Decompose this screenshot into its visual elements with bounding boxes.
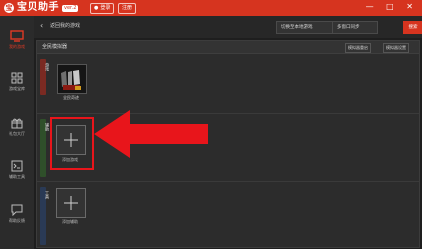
row-tag-games: 游戏 xyxy=(40,59,50,95)
game-name: 全民奇迹 xyxy=(63,95,79,100)
user-icon: ● xyxy=(94,5,99,11)
row-tag-tools: 工具 xyxy=(40,187,50,245)
terminal-icon xyxy=(11,160,23,172)
login-label: 登录 xyxy=(100,5,111,11)
panel-title: 全民模拟器 xyxy=(42,44,68,50)
row-tag-label: 游戏 xyxy=(45,63,50,71)
window-controls[interactable]: — □ ✕ xyxy=(366,2,418,11)
gift-icon xyxy=(11,118,23,129)
row-tag-label: 工具 xyxy=(45,191,50,199)
multi-window-sync-button[interactable]: 多窗口同步 xyxy=(332,21,378,34)
login-button[interactable]: ● 登录 xyxy=(90,3,115,14)
breadcrumb[interactable]: 返回我的游戏 xyxy=(50,23,80,30)
sidebar-item-label: 游戏宝库 xyxy=(9,86,25,91)
version-badge: ver.2 xyxy=(62,5,79,12)
monitor-icon xyxy=(10,30,24,42)
sidebar: 我的游戏 游戏宝库 礼包大厅 辅助工具 帮助反馈 xyxy=(0,16,34,249)
content-header: ‹ 返回我的游戏 切换至本地游戏 多窗口同步 搜索 xyxy=(34,16,422,38)
sidebar-item-label: 辅助工具 xyxy=(9,174,25,179)
add-assist-button[interactable] xyxy=(56,188,86,218)
chat-icon xyxy=(11,204,23,216)
title-bar: 宝 宝贝助手 ver.2 ● 登录 注册 — □ ✕ xyxy=(0,0,422,16)
game-icon[interactable] xyxy=(57,64,87,94)
switch-local-games-button[interactable]: 切换至本地游戏 xyxy=(276,21,338,34)
sidebar-item-game-library[interactable]: 游戏宝库 xyxy=(0,66,34,102)
sidebar-item-tools[interactable]: 辅助工具 xyxy=(0,154,34,190)
highlight-box xyxy=(50,117,94,170)
sidebar-item-gift-hall[interactable]: 礼包大厅 xyxy=(0,111,34,147)
app-logo: 宝 xyxy=(4,3,14,13)
back-icon[interactable]: ‹ xyxy=(40,22,43,30)
tools-row xyxy=(37,181,419,248)
emulator-restart-button[interactable]: 模拟器重启 xyxy=(345,43,371,53)
grid-icon xyxy=(11,72,23,84)
sidebar-item-label: 帮助反馈 xyxy=(9,218,25,223)
sidebar-item-label: 礼包大厅 xyxy=(9,131,25,136)
emulator-settings-button[interactable]: 模拟器设置 xyxy=(383,43,409,53)
sidebar-item-feedback[interactable]: 帮助反馈 xyxy=(0,198,34,234)
search-button[interactable]: 搜索 xyxy=(403,21,422,34)
register-button[interactable]: 注册 xyxy=(118,3,137,14)
app-title: 宝贝助手 xyxy=(17,2,59,13)
game-artwork-icon xyxy=(58,65,86,93)
games-row xyxy=(37,54,419,108)
add-assist-label: 添加辅助 xyxy=(62,219,78,224)
sidebar-item-my-games[interactable]: 我的游戏 xyxy=(0,24,34,60)
panel-header: 全民模拟器 模拟器重启 模拟器设置 xyxy=(37,41,419,54)
red-arrow-icon xyxy=(94,110,208,158)
sidebar-item-label: 我的游戏 xyxy=(9,44,25,49)
row-tag-assist: 辅助 xyxy=(40,119,50,177)
plus-icon xyxy=(64,196,78,210)
